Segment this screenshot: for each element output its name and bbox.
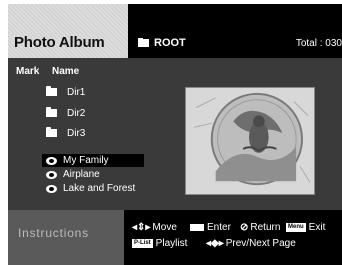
folder-icon xyxy=(46,86,57,96)
folder-icon xyxy=(46,107,57,117)
instructions-label: Instructions xyxy=(18,226,89,240)
hint-playlist: P-List Playlist xyxy=(132,238,187,249)
hint-enter-label: Enter xyxy=(207,222,231,233)
photo-disc-icon xyxy=(46,184,57,193)
folder-row-dir2[interactable]: Dir2 xyxy=(46,106,85,120)
column-name: Name xyxy=(52,66,80,77)
photo-preview xyxy=(185,87,315,195)
photo-row-my-family[interactable]: My Family xyxy=(42,154,144,167)
hint-return-label: Return xyxy=(250,222,281,233)
hint-exit-label: Exit xyxy=(308,222,326,233)
hint-enter: Enter xyxy=(190,222,231,233)
photo-disc-icon xyxy=(46,156,57,165)
folder-label: Dir2 xyxy=(67,107,86,119)
current-path: ROOT xyxy=(154,37,186,49)
hint-exit: Menu Exit xyxy=(286,222,325,233)
folder-row-dir3[interactable]: Dir3 xyxy=(46,126,85,140)
photo-row-airplane[interactable]: Airplane xyxy=(42,168,144,181)
enter-key-icon xyxy=(190,224,204,231)
hint-return: ⊘ Return xyxy=(240,222,280,233)
return-icon: ⊘ xyxy=(240,222,249,233)
path-bar xyxy=(128,4,342,58)
menu-key-icon: Menu xyxy=(286,223,306,232)
plist-key-icon: P-List xyxy=(132,239,153,248)
photo-label: Airplane xyxy=(63,169,100,180)
move-arrows-icon: ◂⇕▸ xyxy=(132,222,151,233)
folder-label: Dir1 xyxy=(67,86,86,98)
hint-move: ◂⇕▸ Move xyxy=(132,222,177,233)
photo-label: My Family xyxy=(63,155,109,166)
hint-move-label: Move xyxy=(152,222,177,233)
page-title: Photo Album xyxy=(14,34,105,51)
column-mark: Mark xyxy=(16,66,40,77)
photo-album-screen: Photo Album ROOT Total : 030 Mark Name D… xyxy=(0,0,342,265)
photo-row-lake-and-forest[interactable]: Lake and Forest xyxy=(42,182,144,195)
folder-icon xyxy=(46,127,57,137)
photo-label: Lake and Forest xyxy=(63,183,136,194)
hint-prevnext-label: Prev/Next Page xyxy=(225,238,296,249)
preview-image xyxy=(186,88,314,194)
hint-prev-next: ◂◆▸ Prev/Next Page xyxy=(206,238,296,249)
left-right-arrows-icon: ◂◆▸ xyxy=(206,238,224,249)
folder-icon xyxy=(138,38,149,47)
folder-label: Dir3 xyxy=(67,127,86,139)
hint-playlist-label: Playlist xyxy=(155,238,188,249)
total-count: Total : 030 xyxy=(295,38,342,49)
folder-row-dir1[interactable]: Dir1 xyxy=(46,85,85,99)
photo-disc-icon xyxy=(46,170,57,179)
